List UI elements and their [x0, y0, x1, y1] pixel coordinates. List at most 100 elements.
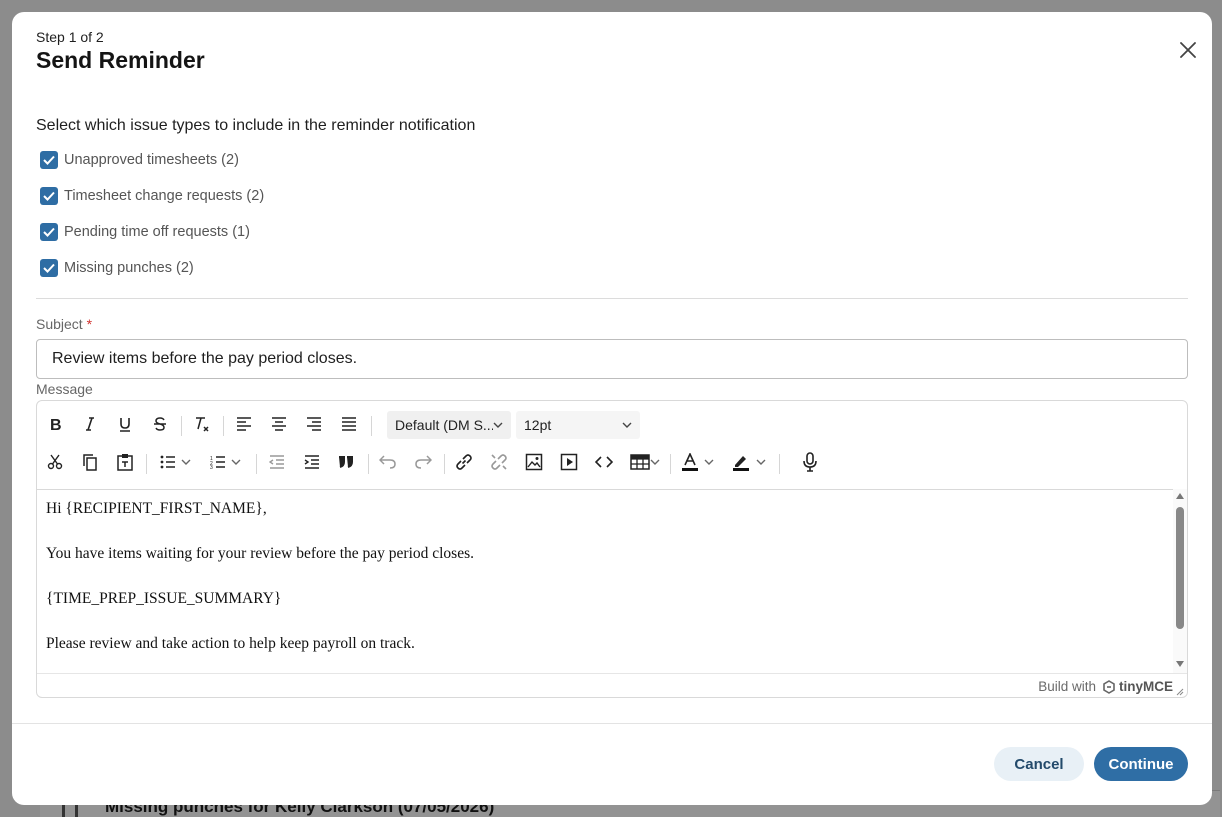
clear-formatting-button[interactable]	[187, 407, 217, 441]
step-indicator: Step 1 of 2	[36, 29, 104, 45]
text-color-icon	[682, 453, 698, 471]
checkmark-icon	[43, 155, 55, 165]
strikethrough-icon	[154, 417, 166, 431]
insert-image-button[interactable]	[519, 445, 549, 479]
resize-handle[interactable]	[1176, 688, 1184, 696]
issue-type-option[interactable]: Missing punches (2)	[40, 259, 194, 277]
text-color-dropdown[interactable]	[701, 445, 717, 479]
scroll-thumb[interactable]	[1176, 507, 1184, 629]
media-icon	[560, 453, 578, 471]
highlight-color-button[interactable]	[726, 445, 756, 479]
tinymce-branding-link[interactable]: tinyMCE	[1102, 679, 1173, 694]
close-button[interactable]	[1176, 38, 1200, 62]
clear-formatting-icon	[196, 417, 209, 432]
issue-type-option[interactable]: Unapproved timesheets (2)	[40, 151, 239, 169]
align-left-icon	[237, 417, 251, 431]
blockquote-icon	[339, 456, 353, 468]
redo-icon	[415, 455, 432, 469]
checkbox-checked[interactable]	[40, 223, 58, 241]
toolbar-separator	[444, 454, 445, 474]
outdent-button[interactable]	[262, 445, 292, 479]
numbered-list-icon: 123	[210, 456, 225, 469]
cancel-button[interactable]: Cancel	[994, 747, 1084, 781]
chevron-down-icon	[622, 422, 632, 428]
close-icon	[1180, 42, 1196, 58]
svg-text:3: 3	[210, 465, 213, 469]
modal-title: Send Reminder	[36, 47, 205, 73]
checkbox-checked[interactable]	[40, 259, 58, 277]
align-center-icon	[272, 417, 286, 431]
bullet-list-dropdown[interactable]	[177, 445, 195, 479]
subject-label-text: Subject	[36, 316, 83, 332]
align-justify-button[interactable]	[334, 407, 364, 441]
redo-button[interactable]	[408, 445, 438, 479]
underline-button[interactable]	[110, 407, 140, 441]
toolbar-separator	[181, 416, 182, 436]
svg-text:B: B	[50, 417, 62, 432]
remove-link-button[interactable]	[484, 445, 514, 479]
required-marker: *	[86, 316, 93, 332]
bullet-list-icon	[160, 455, 175, 469]
scissors-icon	[47, 454, 63, 470]
issue-type-label: Pending time off requests (1)	[64, 224, 250, 240]
italic-button[interactable]	[75, 407, 105, 441]
checkbox-checked[interactable]	[40, 187, 58, 205]
chevron-down-icon	[756, 459, 766, 465]
bold-button[interactable]: B	[40, 407, 70, 441]
toolbar-separator	[779, 454, 780, 474]
message-paragraph: {TIME_PREP_ISSUE_SUMMARY}	[46, 590, 282, 607]
issue-type-option[interactable]: Timesheet change requests (2)	[40, 187, 264, 205]
paste-icon	[117, 454, 133, 471]
table-dropdown[interactable]	[647, 445, 663, 479]
scroll-up-arrow-icon[interactable]	[1176, 493, 1184, 499]
insert-media-button[interactable]	[554, 445, 584, 479]
editor-scrollbar[interactable]	[1173, 489, 1187, 673]
align-left-button[interactable]	[229, 407, 259, 441]
scroll-down-arrow-icon[interactable]	[1176, 661, 1184, 667]
toolbar-separator	[223, 416, 224, 436]
strikethrough-button[interactable]	[145, 407, 175, 441]
send-reminder-modal: Step 1 of 2 Send Reminder Select which i…	[12, 12, 1212, 805]
align-right-button[interactable]	[299, 407, 329, 441]
font-family-select[interactable]: Default (DM S...	[387, 411, 511, 439]
align-center-button[interactable]	[264, 407, 294, 441]
chevron-down-icon	[704, 459, 714, 465]
subject-input[interactable]	[36, 339, 1188, 379]
align-justify-icon	[342, 417, 356, 431]
issue-type-label: Timesheet change requests (2)	[64, 188, 265, 204]
cut-button[interactable]	[40, 445, 70, 479]
insert-link-button[interactable]	[449, 445, 479, 479]
branding-prefix: Build with	[1038, 679, 1096, 694]
copy-icon	[83, 454, 97, 471]
checkbox-checked[interactable]	[40, 151, 58, 169]
copy-button[interactable]	[75, 445, 105, 479]
indent-button[interactable]	[297, 445, 327, 479]
numbered-list-dropdown[interactable]	[227, 445, 245, 479]
resize-handle-icon	[1176, 688, 1184, 696]
source-code-button[interactable]	[589, 445, 619, 479]
dictation-button[interactable]	[795, 445, 825, 479]
highlight-color-dropdown[interactable]	[753, 445, 769, 479]
issue-type-option[interactable]: Pending time off requests (1)	[40, 223, 250, 241]
checkmark-icon	[43, 263, 55, 273]
code-icon	[595, 456, 613, 468]
paste-button[interactable]	[110, 445, 140, 479]
undo-icon	[379, 455, 396, 469]
indent-icon	[304, 455, 319, 469]
outdent-icon	[269, 455, 284, 469]
font-size-value: 12pt	[524, 417, 552, 433]
highlighter-icon	[733, 456, 749, 471]
editor-content[interactable]: Hi {RECIPIENT_FIRST_NAME}, You have item…	[37, 489, 1173, 673]
message-label: Message	[36, 381, 93, 397]
link-icon	[456, 454, 472, 470]
font-size-select[interactable]: 12pt	[516, 411, 640, 439]
unlink-icon	[491, 454, 507, 470]
message-paragraph: You have items waiting for your review b…	[46, 545, 475, 562]
section-divider	[36, 298, 1188, 299]
toolbar-separator	[670, 454, 671, 474]
undo-button[interactable]	[373, 445, 403, 479]
issue-type-label: Unapproved timesheets (2)	[64, 152, 239, 168]
instruction-text: Select which issue types to include in t…	[36, 117, 476, 134]
continue-button[interactable]: Continue	[1094, 747, 1188, 781]
blockquote-button[interactable]	[331, 445, 361, 479]
